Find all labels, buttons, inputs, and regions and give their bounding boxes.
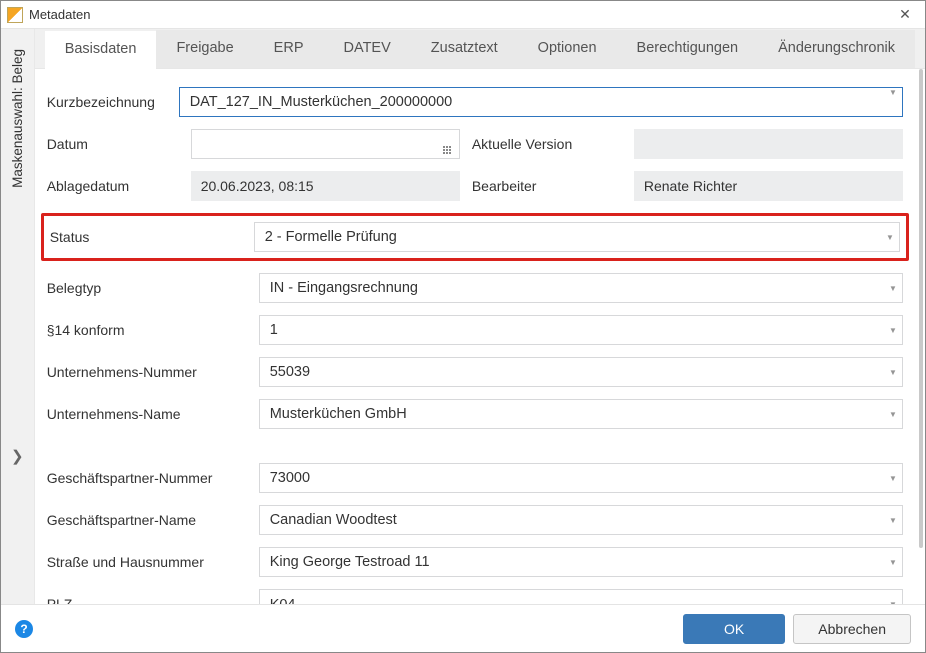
bearbeiter-value: Renate Richter (634, 171, 903, 201)
status-row-highlight: Status 2 - Formelle Prüfung ▼ (41, 213, 909, 261)
gpnr-select[interactable]: 73000 ▼ (259, 463, 903, 493)
chevron-down-icon[interactable]: ▼ (884, 284, 902, 293)
plz-select[interactable]: K04 ▼ (259, 589, 903, 604)
tab-aenderungschronik[interactable]: Änderungschronik (758, 30, 915, 68)
tab-basisdaten[interactable]: Basisdaten (45, 31, 157, 69)
chevron-down-icon[interactable]: ▼ (884, 368, 902, 377)
gpname-label: Geschäftspartner-Name (47, 512, 247, 528)
scrollbar[interactable] (919, 69, 923, 548)
plz-value: K04 (260, 597, 884, 605)
unternehmensname-label: Unternehmens-Name (47, 406, 247, 422)
sidebar: Maskenauswahl: Beleg ❯ (1, 29, 35, 604)
help-icon[interactable]: ? (15, 620, 33, 638)
datum-text[interactable] (192, 136, 435, 152)
tab-optionen[interactable]: Optionen (518, 30, 617, 68)
ablage-value: 20.06.2023, 08:15 (191, 171, 460, 201)
chevron-down-icon[interactable]: ▼ (884, 600, 902, 604)
tab-freigabe[interactable]: Freigabe (156, 30, 253, 68)
status-select[interactable]: 2 - Formelle Prüfung ▼ (254, 222, 900, 252)
window-title: Metadaten (29, 7, 891, 22)
app-icon (7, 7, 23, 23)
gpname-select[interactable]: Canadian Woodtest ▼ (259, 505, 903, 535)
gpnr-value: 73000 (260, 470, 884, 486)
gpnr-label: Geschäftspartner-Nummer (47, 470, 247, 486)
ablage-label: Ablagedatum (47, 178, 179, 194)
kurz-input-text[interactable] (180, 88, 884, 116)
aktuelle-version-value (634, 129, 903, 159)
belegtyp-label: Belegtyp (47, 280, 247, 296)
chevron-down-icon[interactable]: ▼ (884, 474, 902, 483)
plz-label: PLZ (47, 596, 247, 604)
strasse-select[interactable]: King George Testroad 11 ▼ (259, 547, 903, 577)
gpname-value: Canadian Woodtest (260, 512, 884, 528)
s14-select[interactable]: 1 ▼ (259, 315, 903, 345)
cancel-button[interactable]: Abbrechen (793, 614, 911, 644)
unternehmensnr-label: Unternehmens-Nummer (47, 364, 247, 380)
titlebar: Metadaten ✕ (1, 1, 925, 29)
sidebar-expand-icon[interactable]: ❯ (11, 327, 24, 465)
kurz-input[interactable]: ▼ (179, 87, 903, 117)
chevron-down-icon[interactable]: ▼ (881, 233, 899, 242)
chevron-down-icon[interactable]: ▼ (884, 410, 902, 419)
unternehmensnr-value: 55039 (260, 364, 884, 380)
status-label: Status (50, 229, 230, 245)
aktuelle-version-label: Aktuelle Version (472, 136, 622, 152)
datum-input[interactable] (191, 129, 460, 159)
unternehmensname-select[interactable]: Musterküchen GmbH ▼ (259, 399, 903, 429)
strasse-value: King George Testroad 11 (260, 554, 884, 570)
chevron-down-icon[interactable]: ▼ (884, 326, 902, 335)
sidebar-label: Maskenauswahl: Beleg (10, 49, 25, 188)
tab-zusatztext[interactable]: Zusatztext (411, 30, 518, 68)
s14-label: §14 konform (47, 322, 247, 338)
strasse-label: Straße und Hausnummer (47, 554, 247, 570)
chevron-down-icon[interactable]: ▼ (884, 558, 902, 567)
belegtyp-select[interactable]: IN - Eingangsrechnung ▼ (259, 273, 903, 303)
unternehmensnr-select[interactable]: 55039 ▼ (259, 357, 903, 387)
close-icon[interactable]: ✕ (891, 6, 919, 23)
ok-button[interactable]: OK (683, 614, 785, 644)
tab-erp[interactable]: ERP (254, 30, 324, 68)
kurz-label: Kurzbezeichnung (47, 94, 179, 110)
belegtyp-value: IN - Eingangsrechnung (260, 280, 884, 296)
tab-datev[interactable]: DATEV (324, 30, 411, 68)
bearbeiter-label: Bearbeiter (472, 178, 622, 194)
chevron-down-icon[interactable]: ▼ (884, 516, 902, 525)
unternehmensname-value: Musterküchen GmbH (260, 406, 884, 422)
calendar-icon[interactable] (435, 135, 459, 154)
status-value: 2 - Formelle Prüfung (255, 229, 881, 245)
s14-value: 1 (260, 322, 884, 338)
chevron-down-icon[interactable]: ▼ (884, 88, 902, 116)
tabbar: Basisdaten Freigabe ERP DATEV Zusatztext… (35, 29, 925, 69)
datum-label: Datum (47, 136, 179, 152)
tab-berechtigungen[interactable]: Berechtigungen (617, 30, 759, 68)
footer: ? OK Abbrechen (1, 604, 925, 652)
